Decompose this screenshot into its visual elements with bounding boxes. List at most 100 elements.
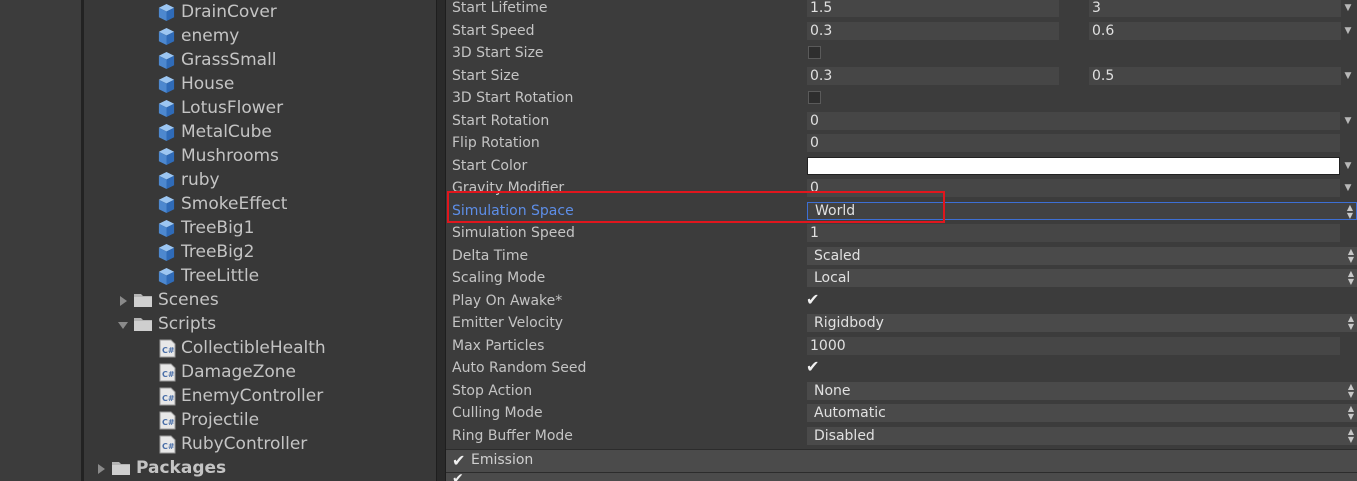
checkbox-unchecked[interactable] — [808, 46, 821, 59]
checkbox-unchecked[interactable] — [808, 91, 821, 104]
collapse-arrow-icon[interactable] — [117, 317, 129, 331]
panel-splitter[interactable] — [436, 0, 446, 481]
property-row: Auto Random Seed ✔ — [446, 358, 1357, 380]
project-browser: DrainCover enemy GrassSmall House LotusFlowe… — [87, 0, 436, 481]
asset-item[interactable]: Mushrooms — [157, 144, 279, 168]
color-swatch[interactable] — [807, 156, 1340, 175]
mode-dropdown-caret-icon[interactable]: ▼ — [1343, 112, 1353, 130]
dropdown-field[interactable]: Automatic ▲ ▼ — [807, 404, 1357, 422]
emission-module-label: Emission — [471, 452, 534, 468]
prefab-cube-icon — [157, 243, 176, 262]
prefab-cube-icon — [157, 219, 176, 238]
asset-item[interactable]: SmokeEffect — [157, 192, 287, 216]
script-item[interactable]: C# EnemyController — [159, 384, 323, 408]
property-label: Simulation Speed — [452, 225, 575, 241]
svg-text:C#: C# — [162, 346, 175, 355]
folder-scenes-label: Scenes — [158, 290, 219, 310]
dropdown-field[interactable]: Disabled ▲ ▼ — [807, 426, 1357, 445]
checkbox-checked[interactable]: ✔ — [806, 290, 824, 309]
property-row: Scaling Mode Local ▲ ▼ — [446, 268, 1357, 290]
property-row: Play On Awake* ✔ — [446, 290, 1357, 313]
value-field[interactable]: 1 — [807, 224, 1340, 242]
prefab-cube-icon — [157, 27, 176, 46]
property-row: Start Rotation 0 ▼ — [446, 111, 1357, 133]
prefab-cube-icon — [157, 195, 176, 214]
property-row: Start Size 0.3 0.5 ▼ — [446, 66, 1357, 88]
next-module-header[interactable]: ✔ — [446, 471, 1357, 481]
range-min-field[interactable]: 0.3 — [807, 21, 1059, 40]
dropdown-value: Local — [814, 270, 851, 286]
mode-dropdown-caret-icon[interactable]: ▼ — [1343, 157, 1353, 175]
dropdown-field[interactable]: World ▲ ▼ — [807, 201, 1357, 220]
emission-enabled-check-icon[interactable]: ✔ — [452, 451, 465, 470]
script-item[interactable]: C# Projectile — [159, 408, 259, 432]
asset-item[interactable]: TreeBig1 — [157, 216, 254, 240]
asset-item-label: LotusFlower — [181, 98, 284, 118]
asset-item[interactable]: MetalCube — [157, 120, 272, 144]
range-min-field[interactable]: 0.3 — [807, 66, 1059, 85]
dropdown-field[interactable]: Scaled ▲ ▼ — [807, 246, 1357, 265]
emission-module-header[interactable]: ✔ Emission — [446, 449, 1357, 473]
dropdown-field[interactable]: Rigidbody ▲ ▼ — [807, 314, 1357, 332]
asset-item[interactable]: DrainCover — [157, 0, 277, 24]
property-row: Culling Mode Automatic ▲ ▼ — [446, 403, 1357, 425]
script-item[interactable]: C# RubyController — [159, 432, 307, 456]
property-label: 3D Start Size — [452, 45, 544, 61]
property-row: Max Particles 1000 — [446, 336, 1357, 358]
value-field[interactable]: 1000 — [807, 336, 1340, 355]
script-item[interactable]: C# DamageZone — [159, 360, 296, 384]
dropdown-arrows-icon: ▲ ▼ — [1347, 314, 1355, 331]
property-label: Max Particles — [452, 337, 545, 354]
folder-scenes[interactable]: Scenes — [117, 288, 219, 312]
mode-dropdown-caret-icon[interactable]: ▼ — [1343, 179, 1353, 197]
asset-item-label: House — [181, 74, 235, 94]
folder-packages[interactable]: Packages — [95, 456, 226, 480]
asset-item[interactable]: House — [157, 72, 234, 96]
next-module-check-icon[interactable]: ✔ — [452, 471, 464, 481]
checkbox-checked[interactable]: ✔ — [806, 358, 824, 376]
property-label: 3D Start Rotation — [452, 90, 574, 106]
property-label: Delta Time — [452, 247, 529, 264]
prefab-cube-icon — [157, 51, 176, 70]
folder-scripts[interactable]: Scripts — [117, 312, 216, 336]
range-min-field[interactable]: 1.5 — [807, 0, 1059, 17]
asset-item-label: enemy — [181, 26, 240, 46]
value-field[interactable]: 0 — [807, 179, 1340, 197]
csharp-script-icon: C# — [159, 363, 176, 382]
asset-item[interactable]: TreeBig2 — [157, 240, 254, 264]
expand-arrow-icon[interactable] — [95, 461, 107, 475]
asset-item[interactable]: TreeLittle — [157, 264, 259, 288]
asset-item[interactable]: enemy — [157, 24, 239, 48]
folder-icon — [133, 316, 153, 332]
prefab-cube-icon — [157, 3, 176, 22]
property-row: 3D Start Rotation — [446, 88, 1357, 110]
folder-icon — [111, 460, 131, 476]
value-field[interactable]: 0 — [807, 134, 1340, 152]
range-max-field[interactable]: 3 — [1089, 0, 1341, 17]
asset-item-label: TreeBig2 — [181, 242, 255, 262]
prefab-cube-icon — [157, 99, 176, 118]
asset-item[interactable]: LotusFlower — [157, 96, 283, 120]
script-item[interactable]: C# CollectibleHealth — [159, 336, 326, 360]
property-row: Simulation Speed 1 — [446, 223, 1357, 245]
property-row: Ring Buffer Mode Disabled ▲ ▼ — [446, 426, 1357, 448]
property-label: Start Lifetime — [452, 0, 548, 16]
value-field[interactable]: 0 — [807, 111, 1340, 130]
dropdown-field[interactable]: None ▲ ▼ — [807, 381, 1357, 400]
range-max-field[interactable]: 0.5 — [1089, 66, 1341, 85]
prefab-cube-icon — [157, 267, 176, 286]
asset-item[interactable]: GrassSmall — [157, 48, 277, 72]
asset-item-label: GrassSmall — [181, 50, 277, 70]
mode-dropdown-caret-icon[interactable]: ▼ — [1343, 0, 1353, 17]
mode-dropdown-caret-icon[interactable]: ▼ — [1343, 22, 1353, 40]
expand-arrow-icon[interactable] — [117, 293, 129, 307]
asset-item[interactable]: ruby — [157, 168, 220, 192]
range-max-field[interactable]: 0.6 — [1089, 21, 1341, 40]
mode-dropdown-caret-icon[interactable]: ▼ — [1343, 67, 1353, 85]
dropdown-field[interactable]: Local ▲ ▼ — [807, 269, 1357, 287]
folder-packages-label: Packages — [136, 458, 227, 478]
dropdown-value: Disabled — [814, 427, 875, 444]
property-label: Flip Rotation — [452, 135, 540, 151]
dropdown-value: None — [814, 382, 851, 399]
left-panel-edge — [0, 0, 84, 481]
